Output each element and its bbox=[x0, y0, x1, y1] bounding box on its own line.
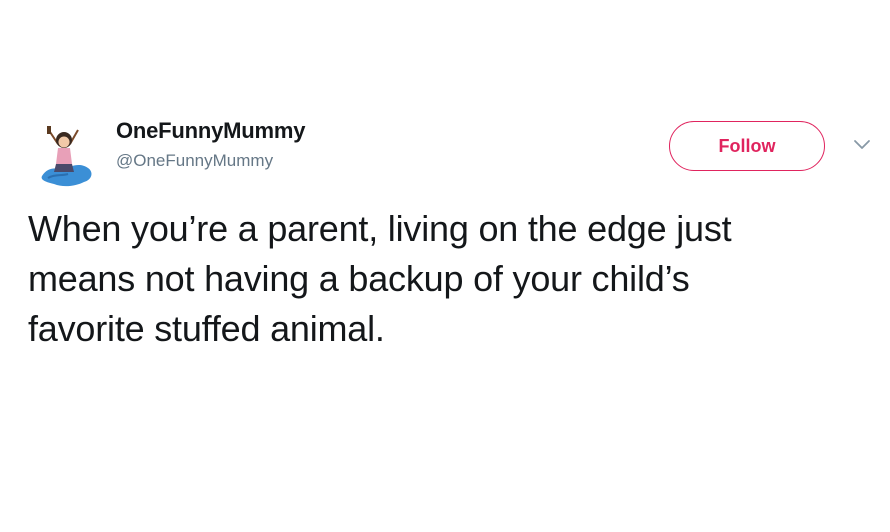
user-info[interactable]: OneFunnyMummy @OneFunnyMummy bbox=[116, 117, 306, 173]
tweet-card: OneFunnyMummy @OneFunnyMummy Follow When… bbox=[0, 0, 890, 532]
avatar[interactable] bbox=[34, 118, 98, 190]
user-handle[interactable]: @OneFunnyMummy bbox=[116, 149, 305, 173]
avatar-illustration-icon bbox=[41, 126, 92, 187]
tweet-text: When you’re a parent, living on the edge… bbox=[28, 204, 878, 354]
tweet-text-line: favorite stuffed animal. bbox=[28, 308, 385, 349]
display-name[interactable]: OneFunnyMummy bbox=[116, 117, 306, 145]
follow-button[interactable]: Follow bbox=[669, 121, 825, 171]
tweet-text-line: means not having a backup of your child’… bbox=[28, 258, 690, 299]
tweet-menu-caret[interactable] bbox=[852, 137, 872, 151]
tweet-text-line: When you’re a parent, living on the edge… bbox=[28, 208, 732, 249]
chevron-down-icon bbox=[854, 140, 870, 149]
